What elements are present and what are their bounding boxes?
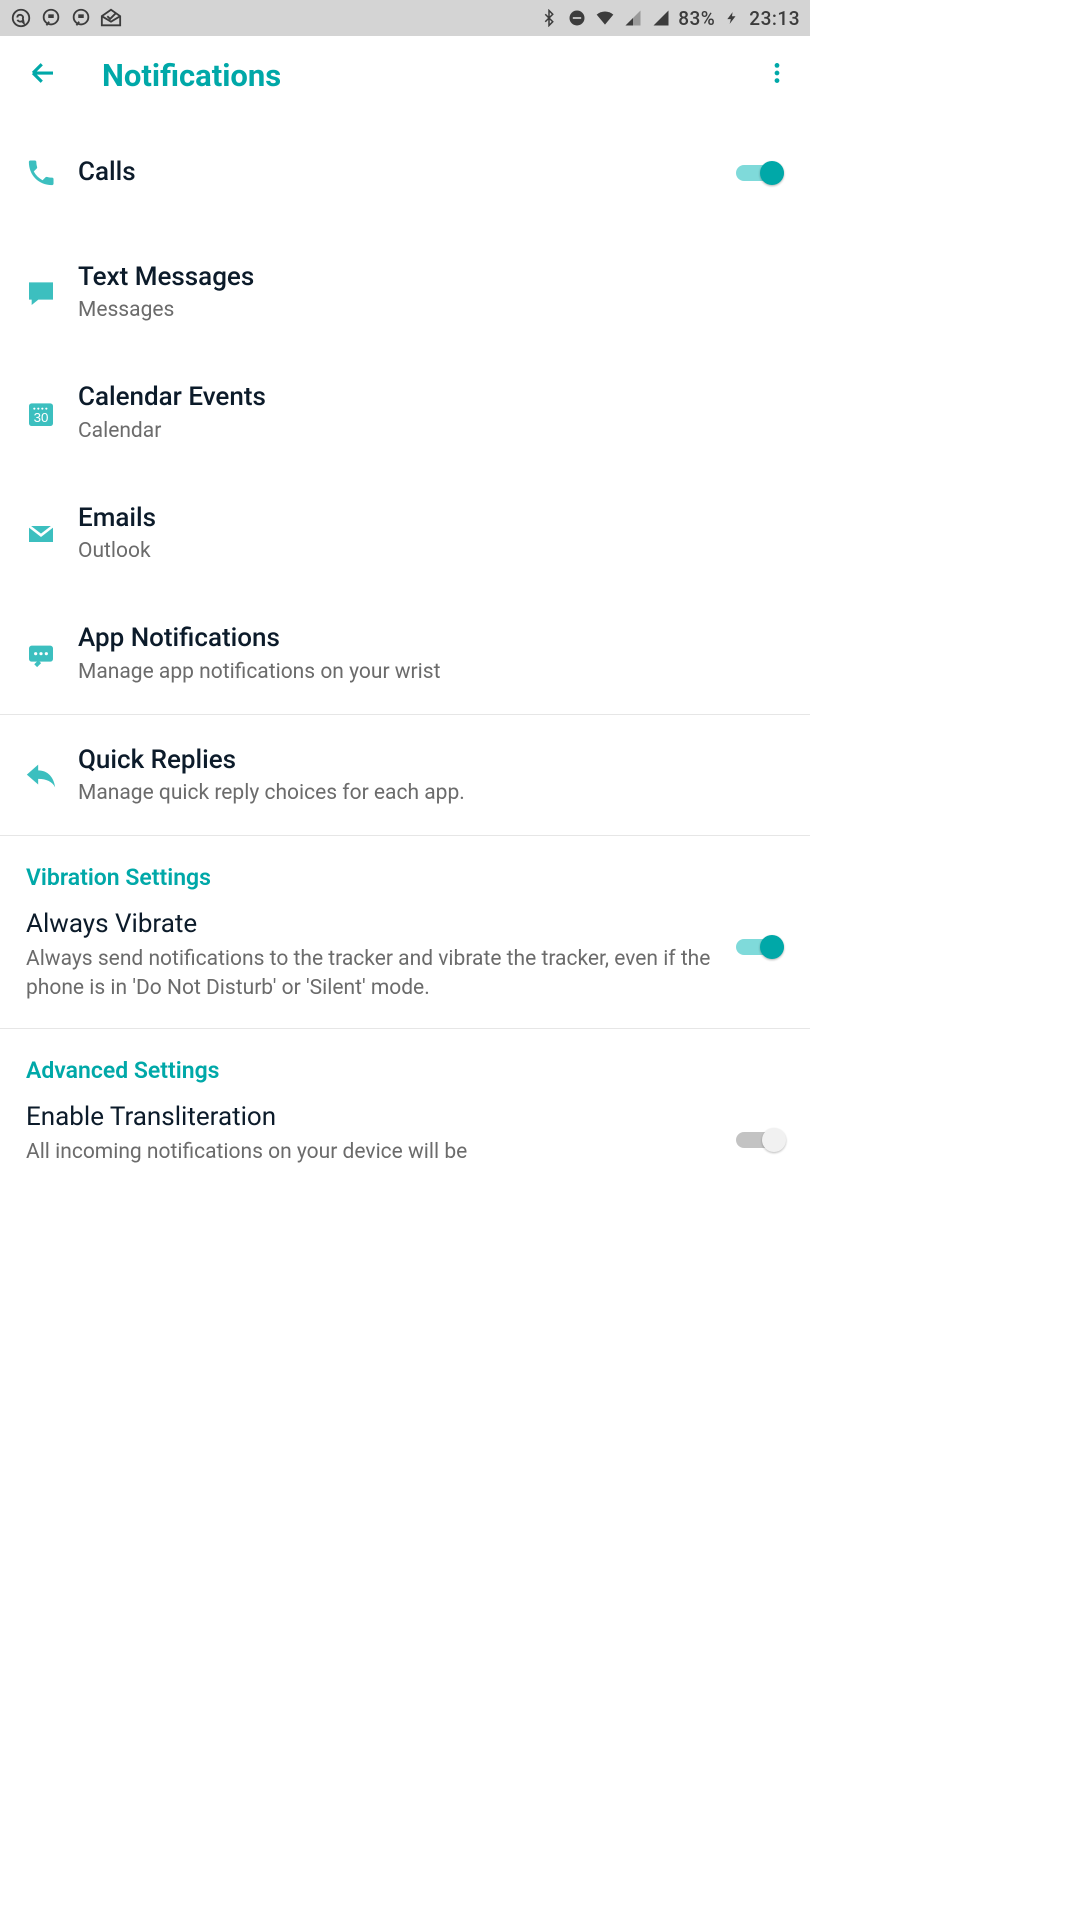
status-left-icons <box>10 7 122 29</box>
list-item-quick-replies[interactable]: Quick Replies Manage quick reply choices… <box>0 715 810 836</box>
transliteration-desc: All incoming notifications on your devic… <box>26 1138 712 1166</box>
section-header-vibration: Vibration Settings <box>0 836 810 901</box>
always-vibrate-title: Always Vibrate <box>26 909 712 939</box>
overflow-menu-icon[interactable] <box>764 60 790 90</box>
clock-time: 23:13 <box>749 7 800 30</box>
back-arrow-icon[interactable] <box>28 58 58 92</box>
calendar-events-subtitle: Calendar <box>78 418 784 445</box>
list-item-emails[interactable]: Emails Outlook <box>0 473 810 593</box>
mail-read-icon <box>100 7 122 29</box>
setting-transliteration[interactable]: Enable Transliteration All incoming noti… <box>0 1094 810 1192</box>
list-item-app-notifications[interactable]: App Notifications Manage app notificatio… <box>0 593 810 714</box>
notifications-list: Calls Text Messages Messages 30 Calendar… <box>0 114 810 1192</box>
always-vibrate-desc: Always send notifications to the tracker… <box>26 945 712 1002</box>
wifi-icon <box>594 7 616 29</box>
quick-replies-subtitle: Manage quick reply choices for each app. <box>78 780 784 807</box>
whatsapp-icon <box>10 7 32 29</box>
do-not-disturb-icon <box>566 7 588 29</box>
app-notifications-subtitle: Manage app notifications on your wrist <box>78 659 784 686</box>
calls-title: Calls <box>78 157 724 188</box>
page-title: Notifications <box>102 57 281 94</box>
always-vibrate-toggle[interactable] <box>736 933 784 961</box>
svg-text:30: 30 <box>34 410 49 425</box>
app-notifications-title: App Notifications <box>78 623 784 654</box>
transliteration-title: Enable Transliteration <box>26 1102 712 1132</box>
transliteration-toggle[interactable] <box>736 1126 784 1154</box>
text-messages-title: Text Messages <box>78 262 784 293</box>
section-header-advanced: Advanced Settings <box>0 1029 810 1094</box>
app-notifications-icon <box>24 638 58 672</box>
search-bubble-icon-2 <box>70 7 92 29</box>
charging-icon <box>721 7 743 29</box>
calendar-events-title: Calendar Events <box>78 382 784 413</box>
reply-icon <box>24 759 58 793</box>
emails-subtitle: Outlook <box>78 538 784 565</box>
quick-replies-title: Quick Replies <box>78 745 784 776</box>
setting-always-vibrate[interactable]: Always Vibrate Always send notifications… <box>0 901 810 1029</box>
text-messages-subtitle: Messages <box>78 297 784 324</box>
bluetooth-icon <box>538 7 560 29</box>
emails-title: Emails <box>78 503 784 534</box>
status-right: 83% 23:13 <box>538 7 800 30</box>
battery-percent: 83% <box>678 7 715 30</box>
calls-toggle[interactable] <box>736 159 784 187</box>
signal-icon-2 <box>650 7 672 29</box>
status-bar: 83% 23:13 <box>0 0 810 36</box>
list-item-text-messages[interactable]: Text Messages Messages <box>0 232 810 352</box>
search-bubble-icon <box>40 7 62 29</box>
list-item-calendar-events[interactable]: 30 Calendar Events Calendar <box>0 352 810 472</box>
message-icon <box>24 276 58 310</box>
list-item-calls[interactable]: Calls <box>0 114 810 232</box>
signal-icon-1 <box>622 7 644 29</box>
calendar-icon: 30 <box>24 397 58 431</box>
phone-icon <box>24 156 58 190</box>
email-icon <box>24 517 58 551</box>
app-header: Notifications <box>0 36 810 114</box>
